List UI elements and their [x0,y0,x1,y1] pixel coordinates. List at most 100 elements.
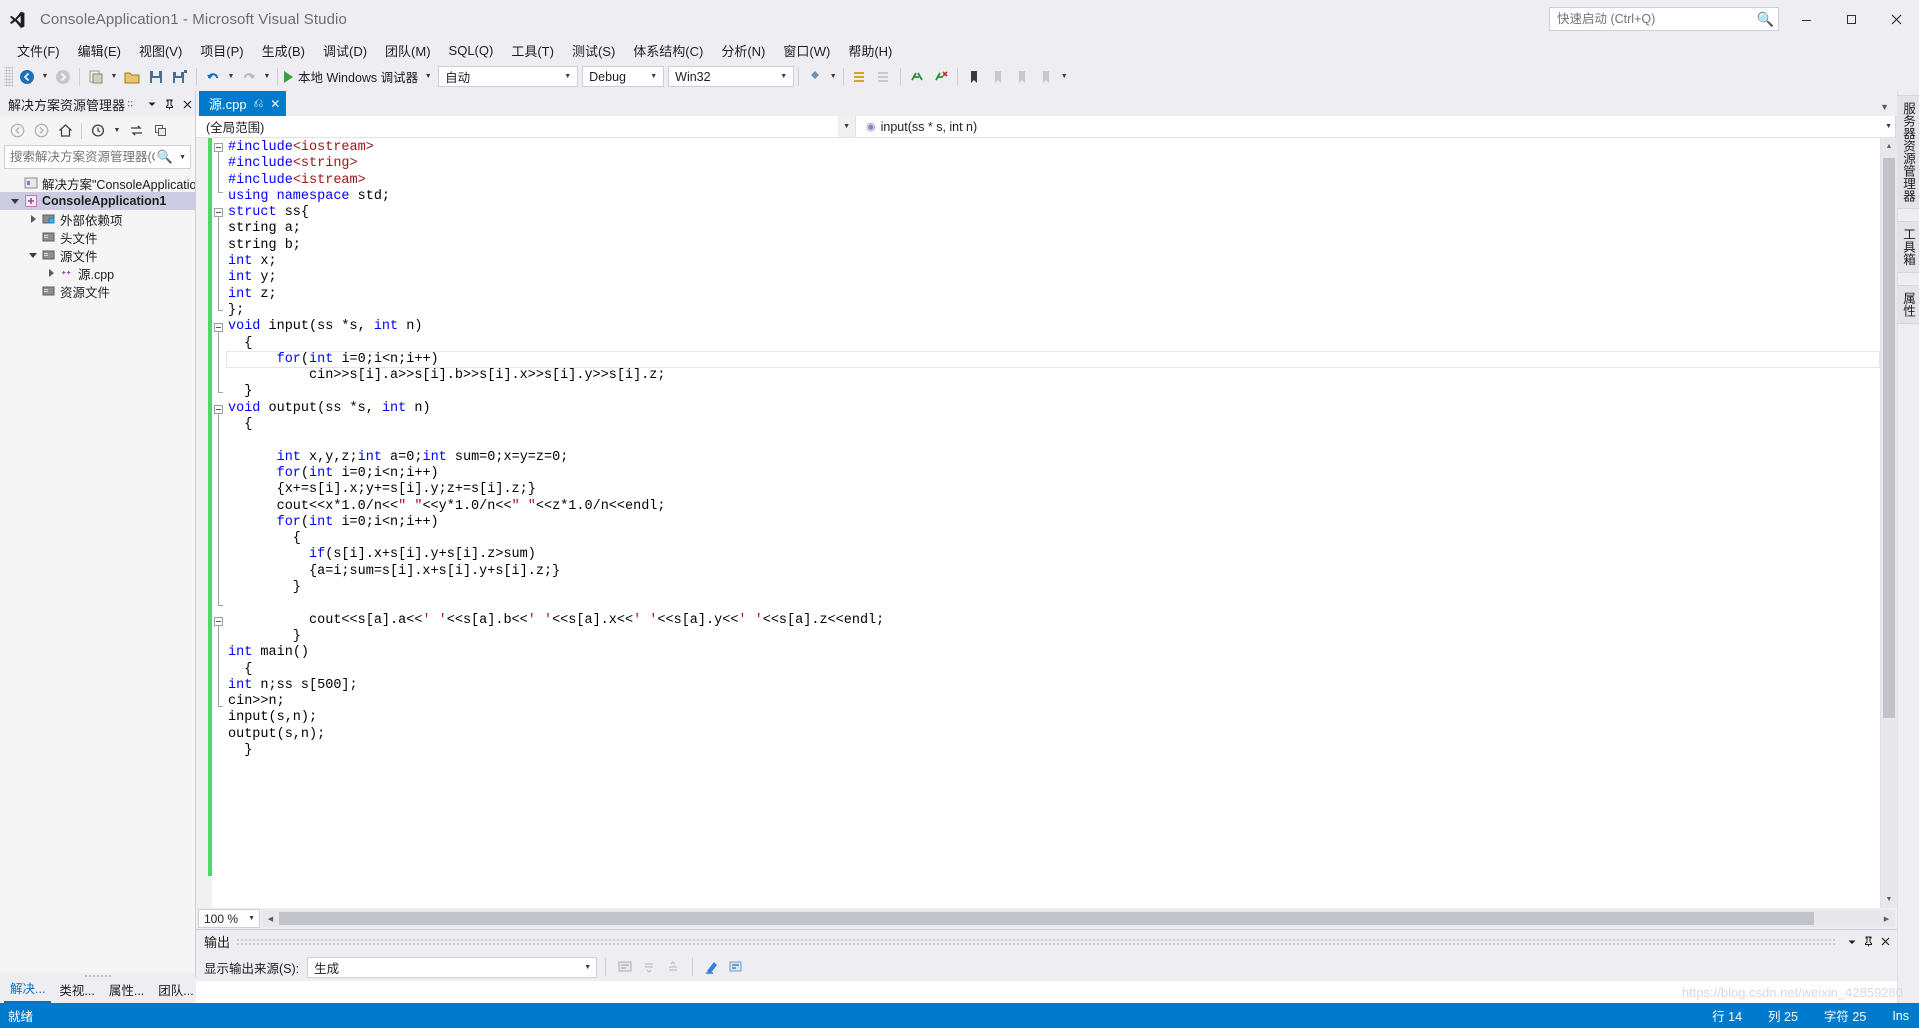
menu-item-team[interactable]: 团队(M) [376,38,440,63]
maximize-button[interactable] [1829,4,1874,34]
previous-bookmark-icon[interactable] [986,65,1010,88]
search-options-icon[interactable]: ▼ [175,154,190,161]
tree-item-solution[interactable]: 解决方案"ConsoleApplicatio [0,174,195,192]
navigate-forward-icon[interactable] [51,65,75,88]
status-insert-mode[interactable]: Ins [1892,1009,1909,1023]
se-sync-icon[interactable] [125,120,147,141]
close-icon[interactable] [179,95,196,113]
start-debugging-button[interactable]: 本地 Windows 调试器 [282,65,422,88]
navigate-back-dropdown-icon[interactable]: ▼ [39,65,51,88]
undo-dropdown-icon[interactable]: ▼ [225,65,237,88]
close-icon[interactable]: ✕ [270,97,280,111]
scroll-up-icon[interactable]: ▲ [1881,138,1897,155]
vertical-scroll-thumb[interactable] [1883,158,1895,718]
scroll-left-icon[interactable]: ◀ [262,910,279,927]
tab-team-explorer[interactable]: 团队... [152,977,200,1003]
close-button[interactable] [1874,4,1919,34]
selection-margin[interactable] [196,138,208,908]
output-source-combo[interactable]: 生成 ▼ [307,956,598,978]
clear-bookmarks-icon[interactable] [1034,65,1058,88]
toggle-wordwrap-icon[interactable] [725,957,747,978]
fold-toggle-struct[interactable] [214,208,223,217]
find-next-icon[interactable] [638,957,660,978]
chevron-down-icon[interactable] [143,95,160,113]
se-home-icon[interactable] [54,120,76,141]
redo-icon[interactable] [237,65,261,88]
navigate-back-icon[interactable] [15,65,39,88]
output-text-area[interactable] [196,981,1897,1003]
horizontal-scroll-track[interactable] [279,910,1878,927]
se-forward-icon[interactable] [30,120,52,141]
solution-platform-combo[interactable]: Win32 ▼ [668,66,795,87]
step-over-icon[interactable] [872,65,896,88]
toolbar-grip[interactable] [4,66,13,87]
toolbar-overflow-icon[interactable]: ▼ [1058,65,1070,88]
se-collapse-all-icon[interactable] [149,120,171,141]
tab-class-view[interactable]: 类视... [53,977,101,1003]
tab-properties[interactable]: 属性... [102,977,151,1003]
tree-item-source-cpp[interactable]: 源.cpp [0,264,195,282]
new-project-icon[interactable] [84,65,108,88]
tree-item-external-deps[interactable]: 外部依赖项 [0,210,195,228]
save-icon[interactable] [144,65,168,88]
menu-item-architecture[interactable]: 体系结构(C) [624,38,712,63]
menu-item-build[interactable]: 生成(B) [253,38,314,63]
tree-item-project[interactable]: ConsoleApplication1 [0,192,195,210]
redo-dropdown-icon[interactable]: ▼ [261,65,273,88]
tree-twisty-right[interactable] [26,215,40,223]
zoom-combo[interactable]: 100 % ▼ [198,909,260,928]
editor-horizontal-scrollbar[interactable]: ◀ ▶ [262,910,1895,927]
pin-icon[interactable] [1860,933,1877,951]
document-tab-source-cpp[interactable]: 源.cpp ⎌ ✕ [199,91,287,116]
fold-toggle-output[interactable] [214,405,223,414]
menu-item-window[interactable]: 窗口(W) [774,38,839,63]
uncomment-icon[interactable] [929,65,953,88]
chevron-down-icon[interactable]: ▼ [1880,102,1897,116]
solution-configuration-combo[interactable]: Debug ▼ [582,66,665,87]
menu-item-view[interactable]: 视图(V) [130,38,191,63]
pin-icon[interactable] [161,95,178,113]
bookmark-icon[interactable] [962,65,986,88]
fold-toggle-input[interactable] [214,323,223,332]
minimize-button[interactable] [1784,4,1829,34]
chevron-down-icon[interactable] [1843,933,1860,951]
menu-item-project[interactable]: 项目(P) [191,38,252,63]
menu-item-edit[interactable]: 编辑(E) [69,38,130,63]
menu-item-test[interactable]: 测试(S) [563,38,624,63]
menu-item-analyze[interactable]: 分析(N) [712,38,774,63]
outlining-margin[interactable] [212,138,226,908]
open-file-icon[interactable] [120,65,144,88]
menu-item-file[interactable]: 文件(F) [8,38,69,63]
tab-solution-explorer[interactable]: 解决... [4,975,52,1003]
attach-process-icon[interactable] [803,65,827,88]
find-previous-icon[interactable] [662,957,684,978]
vtab-server-explorer[interactable]: 服务器资源管理器 [1895,95,1919,209]
debug-target-combo[interactable]: 自动 ▼ [438,66,579,87]
pin-icon[interactable]: ⎌ [254,96,264,111]
tree-twisty-down[interactable] [26,252,40,258]
se-back-icon[interactable] [6,120,28,141]
se-pending-changes-dropdown-icon[interactable]: ▼ [111,119,123,142]
source-code-text[interactable]: #include<iostream> #include<string> #inc… [226,138,1880,759]
menu-item-debug[interactable]: 调试(D) [314,38,376,63]
tree-item-header-files[interactable]: 头文件 [0,228,195,246]
comment-icon[interactable] [905,65,929,88]
code-editor-surface[interactable]: #include<iostream> #include<string> #inc… [226,138,1880,908]
editor-vertical-scrollbar[interactable]: ▲ ▼ [1880,138,1897,908]
fold-toggle-main[interactable] [214,617,223,626]
se-pending-changes-icon[interactable] [87,120,109,141]
quick-launch-input[interactable] [1557,12,1757,26]
fold-toggle-includes[interactable] [214,143,223,152]
tree-item-resource-files[interactable]: 资源文件 [0,282,195,300]
tree-twisty-down[interactable] [8,198,22,204]
close-icon[interactable] [1877,933,1894,951]
menu-item-help[interactable]: 帮助(H) [839,38,901,63]
menu-item-sql[interactable]: SQL(Q) [440,40,503,61]
clear-all-icon[interactable] [701,957,723,978]
scroll-down-icon[interactable]: ▼ [1881,891,1897,908]
menu-item-tools[interactable]: 工具(T) [502,38,563,63]
vtab-properties[interactable]: 属性 [1895,284,1919,324]
search-icon[interactable]: 🔍 [155,149,175,165]
find-message-icon[interactable] [614,957,636,978]
scroll-right-icon[interactable]: ▶ [1878,910,1895,927]
